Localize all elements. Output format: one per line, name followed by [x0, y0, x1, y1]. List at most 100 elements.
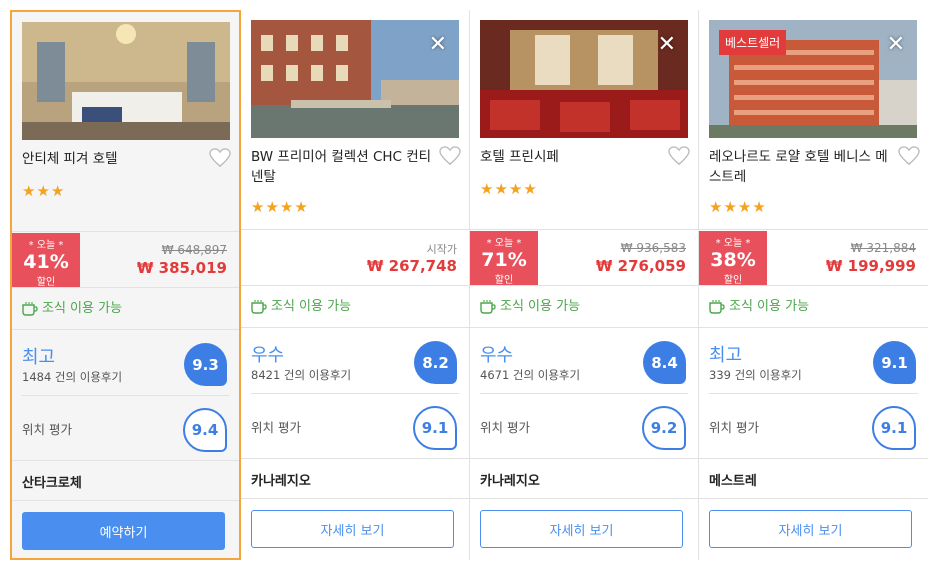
district-name: 카나레지오 [251, 474, 311, 489]
divider [22, 395, 229, 396]
divider [699, 458, 928, 459]
divider [709, 393, 918, 394]
rating-word: 우수 [251, 345, 285, 366]
rating-word: 우수 [480, 345, 514, 366]
breakfast-info: 조식 이용 가능 [22, 297, 122, 316]
details-button[interactable]: 자세히 보기 [709, 510, 912, 548]
divider [699, 327, 928, 328]
breakfast-info: 조식 이용 가능 [480, 295, 580, 314]
hotel-name[interactable]: 호텔 프린시페 [480, 147, 662, 167]
divider [241, 327, 469, 328]
coffee-cup-icon [709, 300, 725, 314]
divider [12, 500, 239, 501]
divider [470, 458, 698, 459]
heart-outline-icon[interactable] [209, 148, 231, 168]
close-icon[interactable]: ✕ [887, 34, 905, 56]
rating-word: 최고 [709, 345, 743, 366]
review-count[interactable]: 4671 건의 이용후기 [480, 367, 580, 383]
book-button[interactable]: 예약하기 [22, 512, 225, 550]
location-score-badge: 9.1 [872, 406, 916, 450]
review-score-badge: 9.3 [184, 343, 227, 386]
district-name: 산타크로체 [22, 476, 82, 491]
price-box: 시작가 ₩ 267,748 [241, 231, 469, 287]
hotel-card[interactable]: ✕ 호텔 프린시페 ★★★★ * 오늘 * 71% 할인 ₩ 936,583 ₩… [470, 10, 699, 560]
review-count[interactable]: 1484 건의 이용후기 [22, 369, 122, 385]
divider [241, 285, 469, 286]
hotel-photo[interactable]: ✕ [251, 20, 459, 138]
original-price: ₩ 936,583 [620, 241, 686, 255]
current-price[interactable]: ₩ 267,748 [367, 257, 457, 275]
discount-badge: * 오늘 * 71% 할인 [470, 231, 538, 286]
hotel-photo[interactable]: 베스트셀러 ✕ [709, 20, 917, 138]
divider [12, 287, 239, 288]
discount-badge: * 오늘 * 41% 할인 [12, 233, 80, 288]
district-name: 메스트레 [709, 474, 757, 489]
location-label: 위치 평가 [251, 420, 301, 435]
hotel-compare-strip: 안티체 피겨 호텔 ★★★ * 오늘 * 41% 할인 ₩ 648,897 ₩ … [0, 0, 933, 572]
discount-sub: 할인 [494, 275, 514, 286]
heart-outline-icon[interactable] [439, 146, 461, 166]
breakfast-info: 조식 이용 가능 [709, 295, 809, 314]
bestseller-badge: 베스트셀러 [719, 30, 787, 55]
divider [699, 498, 928, 499]
district-name: 카나레지오 [480, 474, 540, 489]
star-rating: ★★★★ [480, 180, 538, 198]
location-label: 위치 평가 [480, 420, 530, 435]
discount-sub: 할인 [723, 275, 743, 286]
discount-percent: 41% [23, 251, 69, 273]
hotel-photo[interactable]: ✕ [480, 20, 688, 138]
discount-badge: * 오늘 * 38% 할인 [699, 231, 767, 286]
location-score-badge: 9.1 [413, 406, 457, 450]
divider [241, 229, 469, 230]
divider [251, 393, 459, 394]
divider [470, 327, 698, 328]
star-rating: ★★★★ [709, 198, 767, 216]
divider [480, 393, 688, 394]
coffee-cup-icon [480, 300, 496, 314]
hotel-name[interactable]: 레오나르도 로얄 호텔 베니스 메스트레 [709, 147, 891, 187]
divider [470, 498, 698, 499]
breakfast-label: 조식 이용 가능 [42, 301, 123, 316]
original-price: ₩ 321,884 [850, 241, 916, 255]
divider [470, 229, 698, 230]
discount-label: * 오늘 * [28, 240, 64, 251]
breakfast-label: 조식 이용 가능 [271, 299, 352, 314]
rating-word: 최고 [22, 347, 56, 368]
heart-outline-icon[interactable] [668, 146, 690, 166]
review-count[interactable]: 8421 건의 이용후기 [251, 367, 351, 383]
current-price[interactable]: ₩ 199,999 [826, 257, 916, 275]
discount-percent: 38% [710, 249, 756, 271]
divider [241, 458, 469, 459]
heart-outline-icon[interactable] [898, 146, 920, 166]
current-price[interactable]: ₩ 385,019 [137, 259, 227, 277]
divider [12, 329, 239, 330]
details-button[interactable]: 자세히 보기 [480, 510, 683, 548]
review-count[interactable]: 339 건의 이용후기 [709, 367, 802, 383]
star-rating: ★★★★ [251, 198, 309, 216]
location-label: 위치 평가 [22, 422, 72, 437]
price-prefix: 시작가 [426, 243, 457, 256]
hotel-photo[interactable] [22, 22, 230, 140]
hotel-name[interactable]: BW 프리미어 컬렉션 CHC 컨티넨탈 [251, 147, 433, 187]
coffee-cup-icon [22, 302, 38, 316]
divider [12, 231, 239, 232]
hotel-card[interactable]: 베스트셀러 ✕ 레오나르도 로얄 호텔 베니스 메스트레 ★★★★ * 오늘 *… [699, 10, 928, 560]
review-score-badge: 8.4 [643, 341, 686, 384]
breakfast-label: 조식 이용 가능 [500, 299, 581, 314]
location-score-badge: 9.2 [642, 406, 686, 450]
details-button[interactable]: 자세히 보기 [251, 510, 454, 548]
hotel-card[interactable]: ✕ BW 프리미어 컬렉션 CHC 컨티넨탈 ★★★★ 시작가 ₩ 267,74… [241, 10, 470, 560]
location-label: 위치 평가 [709, 420, 759, 435]
price-box: * 오늘 * 41% 할인 ₩ 648,897 ₩ 385,019 [12, 233, 239, 289]
breakfast-label: 조식 이용 가능 [729, 299, 810, 314]
hotel-name[interactable]: 안티체 피겨 호텔 [22, 149, 204, 169]
close-icon[interactable]: ✕ [658, 34, 676, 56]
divider [470, 285, 698, 286]
location-score-badge: 9.4 [183, 408, 227, 452]
current-price[interactable]: ₩ 276,059 [596, 257, 686, 275]
discount-label: * 오늘 * [715, 238, 751, 249]
close-icon[interactable]: ✕ [429, 34, 447, 56]
hotel-card[interactable]: 안티체 피겨 호텔 ★★★ * 오늘 * 41% 할인 ₩ 648,897 ₩ … [10, 10, 241, 560]
divider [699, 285, 928, 286]
price-box: * 오늘 * 71% 할인 ₩ 936,583 ₩ 276,059 [470, 231, 698, 287]
